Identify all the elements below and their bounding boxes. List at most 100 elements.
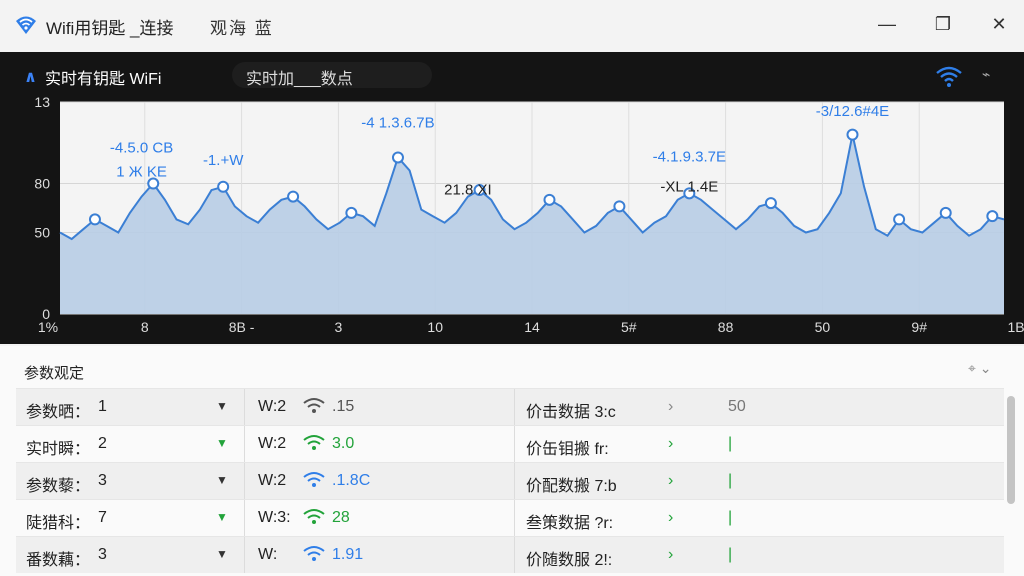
chevron-right-icon[interactable]: › xyxy=(668,435,673,453)
stat-label: 价随数服 2!: xyxy=(526,552,613,569)
param-name: 参数晒： xyxy=(26,404,91,421)
stat-label: 叁策数据 ?r: xyxy=(526,515,614,532)
signal-chart: 0508013 1% 8 8B -3 10 14 5# 88 50 9# 1B -4.5.0 CB… xyxy=(34,94,1024,335)
chart-annotation: -4 1.3.6.7B xyxy=(361,114,434,131)
stat-label: 价击数据 3:c xyxy=(526,404,616,421)
x-tick-label: 9# xyxy=(911,319,927,335)
dropdown-arrow-icon[interactable]: ▼ xyxy=(216,473,228,487)
x-tick-label: 14 xyxy=(524,319,540,335)
parameter-row[interactable]: 参数藜： 3 ▼ W:2 .1.8C 价配数搬 7:b › | xyxy=(16,462,1004,499)
stat-label: 价配数搬 7:b xyxy=(526,478,617,495)
column-separator xyxy=(514,389,515,425)
param-value: 7 xyxy=(98,509,107,526)
chart-annotation: 21.8 XI xyxy=(444,182,492,199)
chart-annotation: -4.1.9.3.7E xyxy=(653,148,726,165)
close-button[interactable]: ✕ xyxy=(984,10,1014,38)
column-separator xyxy=(244,463,245,499)
peak-marker xyxy=(764,197,777,210)
wifi-value: .1.8C xyxy=(332,472,371,489)
wifi-signal-icon xyxy=(303,472,325,487)
x-tick-label: 5# xyxy=(621,319,637,335)
peak-marker xyxy=(287,190,300,203)
stat-value: | xyxy=(728,435,733,452)
param-name: 实时瞬： xyxy=(26,441,91,458)
x-tick-label: 8B - xyxy=(229,319,255,335)
peak-marker xyxy=(345,206,358,219)
parameter-rows: 参数晒： 1 ▼ W:2 .15 价击数据 3:c › 50 实时瞬： 2 ▼ W:2 3.0 价缶钼搬 … xyxy=(16,388,1004,573)
app-subtitle: 观海 蓝 xyxy=(210,19,274,38)
wifi-signal-icon xyxy=(303,546,325,561)
wifi-label: W: xyxy=(258,546,278,563)
x-tick-label: 8 xyxy=(141,319,149,335)
chevron-right-icon[interactable]: › xyxy=(668,398,673,416)
y-axis-ticks: 0508013 xyxy=(34,94,50,322)
x-tick-label: 3 xyxy=(335,319,343,335)
param-value: 1 xyxy=(98,398,107,415)
wifi-icon[interactable] xyxy=(934,64,964,88)
param-name: 参数藜： xyxy=(26,478,91,495)
y-tick-label: 13 xyxy=(34,94,50,110)
chevron-right-icon[interactable]: › xyxy=(668,509,673,527)
chart-panel: ∧ 实时有钥匙 WiFi 实时加___数点 ⌁ 0 50 80 13 1% 8 8B -3… xyxy=(0,52,1024,344)
chevron-right-icon[interactable]: › xyxy=(668,546,673,564)
chevron-right-icon[interactable]: › xyxy=(668,472,673,490)
param-value: 3 xyxy=(98,546,107,563)
peak-marker xyxy=(391,151,404,164)
x-tick-label: 88 xyxy=(718,319,734,335)
chart-annotation: -XL 1.4E xyxy=(660,178,718,195)
wifi-value: 28 xyxy=(332,509,350,526)
x-tick-label: 50 xyxy=(815,319,831,335)
parameter-row[interactable]: 参数晒： 1 ▼ W:2 .15 价击数据 3:c › 50 xyxy=(16,388,1004,425)
peak-marker xyxy=(893,213,906,226)
column-separator xyxy=(514,537,515,573)
wifi-label: W:2 xyxy=(258,435,287,452)
title-bar: Wifi用钥匙 _连接 观海 蓝 — ❐ ✕ xyxy=(0,0,1024,50)
wifi-value: .15 xyxy=(332,398,355,415)
dropdown-arrow-icon[interactable]: ▼ xyxy=(216,510,228,524)
dropdown-arrow-icon[interactable]: ▼ xyxy=(216,436,228,450)
maximize-button[interactable]: ❐ xyxy=(928,10,958,38)
stat-label: 价缶钼搬 fr: xyxy=(526,441,609,458)
dropdown-arrow-icon[interactable]: ▼ xyxy=(216,547,228,561)
y-tick-label: 50 xyxy=(34,224,50,240)
parameter-title: 参数观定 xyxy=(24,365,85,382)
x-tick-label: 10 xyxy=(427,319,443,335)
wifi-label: W:2 xyxy=(258,472,287,489)
scroll-thumb[interactable] xyxy=(1007,396,1015,504)
chart-title-text: 实时有钥匙 WiFi xyxy=(45,71,162,88)
peak-marker xyxy=(543,193,556,206)
caret-up-icon: ∧ xyxy=(24,69,37,86)
parameter-row[interactable]: 陡猎科： 7 ▼ W:3: 28 叁策数据 ?r: › | xyxy=(16,499,1004,536)
wifi-signal-icon xyxy=(303,398,325,413)
wifi-label: W:2 xyxy=(258,398,287,415)
chart-annotation: -1.+W xyxy=(203,152,244,169)
x-axis-ticks: 1% 8 8B - 3 10 14 5# 88 50 9# 1B xyxy=(38,319,1024,335)
dropdown-arrow-icon[interactable]: ▼ xyxy=(216,399,228,413)
parameter-row[interactable]: 番数藕： 3 ▼ W: 1.91 价随数服 2!: › | xyxy=(16,536,1004,573)
column-separator xyxy=(514,426,515,462)
chart-search-field[interactable]: 实时加___数点 xyxy=(232,62,432,88)
parameter-row[interactable]: 实时瞬： 2 ▼ W:2 3.0 价缶钼搬 fr: › | xyxy=(16,425,1004,462)
stat-value: 50 xyxy=(728,398,746,415)
scrollbar[interactable] xyxy=(1006,394,1016,574)
wifi-signal-icon xyxy=(303,509,325,524)
chart-title: ∧ 实时有钥匙 WiFi xyxy=(24,65,161,89)
column-separator xyxy=(244,389,245,425)
activity-icon[interactable]: ⌁ xyxy=(982,66,990,83)
wifi-signal-icon xyxy=(303,435,325,450)
stat-value: | xyxy=(728,472,733,489)
param-value: 3 xyxy=(98,472,107,489)
column-separator xyxy=(244,426,245,462)
chart-annotation: 1 Ж KE xyxy=(116,164,167,181)
app-title: Wifi用钥匙 _连接 xyxy=(46,19,174,38)
wifi-value: 1.91 xyxy=(332,546,364,563)
y-tick-label: 80 xyxy=(34,176,50,192)
param-value: 2 xyxy=(98,435,107,452)
stat-value: | xyxy=(728,509,733,526)
peak-marker xyxy=(217,180,230,193)
chart-annotation: -3/12.6#4E xyxy=(816,103,889,120)
location-icon[interactable]: ⌖ ⌄ xyxy=(968,360,992,377)
minimize-button[interactable]: — xyxy=(872,10,902,38)
parameter-panel: 参数观定 ⌖ ⌄ 参数晒： 1 ▼ W:2 .15 价击数据 3:c › 50 实时瞬： 2 ▼ W:… xyxy=(0,346,1024,576)
column-separator xyxy=(514,463,515,499)
